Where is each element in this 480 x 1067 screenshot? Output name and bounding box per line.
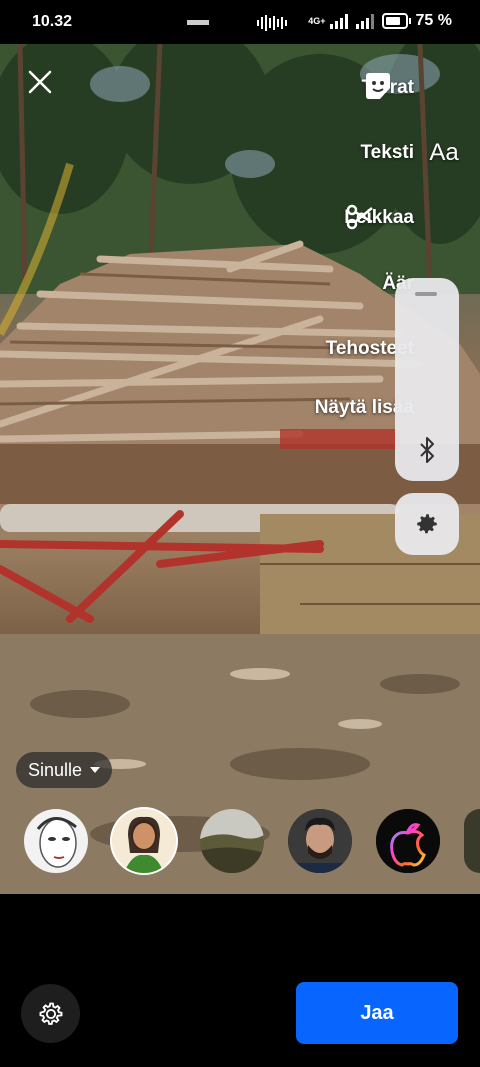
side-menu-text[interactable]: Teksti Aa (360, 135, 462, 171)
side-menu-stickers[interactable]: Tarrat (362, 70, 462, 106)
avatar[interactable] (112, 809, 176, 873)
signal-icon-2 (355, 13, 374, 29)
volume-slider-handle[interactable] (415, 292, 437, 296)
gear-icon (39, 1002, 62, 1025)
status-notification-icons (187, 15, 287, 31)
battery-level: 75 % (415, 12, 452, 29)
side-menu-label: Teksti (360, 142, 414, 163)
audience-dropdown[interactable]: Sinulle (16, 752, 113, 788)
avatar[interactable] (288, 809, 352, 873)
status-bar: 10.32 4G+ 75 % (0, 0, 480, 44)
avatar[interactable] (24, 809, 88, 873)
volume-panel[interactable] (395, 278, 459, 481)
signal-icon (329, 13, 348, 29)
effect-carousel[interactable] (24, 809, 480, 873)
status-right: 4G+ 75 % (308, 12, 452, 30)
avatar[interactable] (464, 809, 480, 873)
settings-button[interactable] (21, 984, 80, 1043)
audience-label: Sinulle (28, 759, 83, 780)
chevron-down-icon (90, 767, 101, 773)
network-type: 4G+ (308, 15, 326, 26)
close-icon[interactable] (22, 64, 58, 100)
apple-logo-icon (376, 809, 440, 873)
text-aa-icon: Aa (429, 139, 459, 166)
volume-settings-button[interactable] (395, 493, 459, 555)
scissors-icon (347, 200, 462, 236)
battery-icon (381, 13, 411, 29)
avatar[interactable] (200, 809, 264, 873)
gear-icon (417, 514, 437, 534)
sticker-icon (365, 70, 462, 106)
share-button[interactable]: Jaa (296, 982, 458, 1044)
bluetooth-icon (420, 437, 434, 463)
side-menu-trim[interactable]: Leikkaa (344, 200, 462, 236)
avatar[interactable] (376, 809, 440, 873)
status-time: 10.32 (32, 13, 73, 30)
